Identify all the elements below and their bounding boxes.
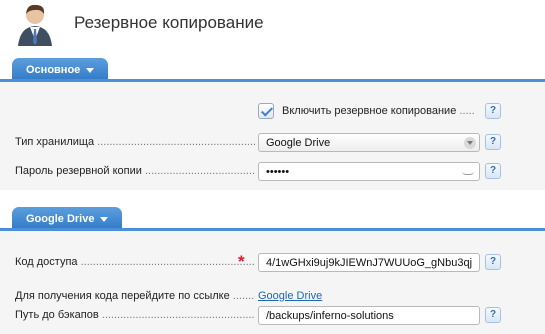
chevron-down-icon bbox=[100, 216, 109, 222]
section-main-body: Включить резервное копирование ? Тип хра… bbox=[0, 82, 545, 190]
google-drive-link[interactable]: Google Drive bbox=[258, 290, 322, 302]
backup-password-input[interactable]: •••••• bbox=[258, 162, 480, 181]
enable-backup-checkbox[interactable] bbox=[258, 103, 274, 119]
tab-google-drive-label: Google Drive bbox=[26, 213, 95, 225]
tab-main-label: Основное bbox=[26, 64, 81, 76]
chevron-down-icon bbox=[86, 67, 95, 73]
chevron-down-icon bbox=[464, 137, 476, 149]
access-code-row: Код доступа * 4/1wGHxi9uj9kJIEWnJ7WUUoG_… bbox=[0, 252, 545, 274]
help-icon[interactable]: ? bbox=[485, 307, 501, 323]
backup-path-row: Путь до бэкапов /backups/inferno-solutio… bbox=[0, 305, 545, 327]
key-icon bbox=[462, 170, 474, 175]
enable-backup-label: Включить резервное копирование bbox=[282, 105, 475, 117]
access-code-input[interactable]: 4/1wGHxi9uj9kJIEWnJ7WUUoG_gNbu3qj bbox=[258, 253, 480, 272]
page-title: Резервное копирование bbox=[74, 13, 264, 32]
access-code-value: 4/1wGHxi9uj9kJIEWnJ7WUUoG_gNbu3qj bbox=[266, 257, 473, 269]
backup-password-label: Пароль резервной копии bbox=[15, 165, 255, 179]
backup-path-value: /backups/inferno-solutions bbox=[266, 310, 394, 322]
backup-password-value: •••••• bbox=[266, 166, 290, 178]
user-avatar-icon bbox=[18, 4, 52, 46]
storage-type-select[interactable]: Google Drive bbox=[258, 133, 480, 152]
backup-path-input[interactable]: /backups/inferno-solutions bbox=[258, 306, 480, 325]
help-icon[interactable]: ? bbox=[485, 254, 501, 270]
help-icon[interactable]: ? bbox=[485, 163, 501, 179]
help-icon[interactable]: ? bbox=[485, 134, 501, 150]
help-icon[interactable]: ? bbox=[485, 103, 501, 119]
storage-type-label: Тип хранилища bbox=[15, 136, 255, 150]
enable-backup-row: Включить резервное копирование ? bbox=[0, 101, 545, 123]
storage-type-value: Google Drive bbox=[266, 137, 331, 149]
backup-path-label: Путь до бэкапов bbox=[15, 309, 255, 323]
required-mark: * bbox=[238, 252, 245, 271]
section-main-header[interactable]: Основное bbox=[0, 58, 545, 82]
section-google-drive-header[interactable]: Google Drive bbox=[0, 207, 545, 231]
storage-type-row: Тип хранилища Google Drive ? bbox=[0, 132, 545, 154]
code-link-label: Для получения кода перейдите по ссылке bbox=[15, 290, 255, 304]
page-header: Резервное копирование bbox=[0, 0, 545, 48]
access-code-label: Код доступа bbox=[15, 256, 255, 270]
backup-password-row: Пароль резервной копии •••••• ? bbox=[0, 161, 545, 183]
section-google-drive-body: Код доступа * 4/1wGHxi9uj9kJIEWnJ7WUUoG_… bbox=[0, 231, 545, 334]
